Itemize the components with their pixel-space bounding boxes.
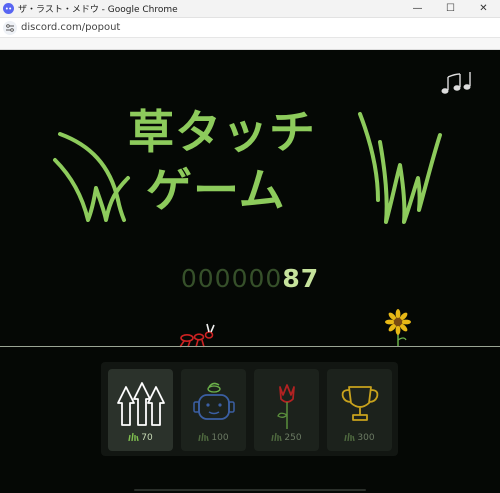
grass-currency-icon [271,432,283,441]
grass-currency-icon [344,432,356,441]
site-info-icon[interactable] [3,20,17,35]
grass-blade-right-2 [358,112,380,202]
window-controls: — ☐ ✕ [401,0,500,17]
address-bar: discord.com/popout [0,18,500,38]
minimize-button[interactable]: — [401,0,434,17]
score-leading-zeros: 000000 [180,264,283,293]
grass-blade-right [378,133,442,224]
window-title: ザ・ラスト・メドウ - Google Chrome [18,5,178,15]
trophy-icon [341,386,379,421]
robot-face-icon [193,382,235,420]
browser-strip [0,38,500,50]
shop-item-arrows[interactable]: 70 [108,369,173,451]
game-canvas[interactable]: 草タッチ ゲーム 00000087 70 100 250 300 [0,50,500,493]
ground-line [0,346,500,347]
shop-item-robot[interactable]: 100 [181,369,246,451]
grass-currency-icon [128,432,139,441]
shop-item-price: 300 [327,432,392,443]
shop-item-trophy[interactable]: 300 [327,369,392,451]
sunflower-icon [385,309,411,346]
maximize-button[interactable]: ☐ [434,0,467,17]
url-text[interactable]: discord.com/popout [21,22,120,33]
grass-currency-icon [198,432,210,441]
shop-item-price: 250 [254,432,319,443]
score-counter: 00000087 [0,264,500,293]
shop-item-price: 100 [181,432,246,443]
music-notes-icon [441,72,471,94]
grass-blade-left-2 [58,132,120,202]
bottom-handle [134,489,366,491]
shop-item-rose[interactable]: 250 [254,369,319,451]
rose-icon [277,384,295,429]
arrows-up-icon [117,382,165,426]
shop-panel: 70 100 250 300 [101,362,398,456]
browser-title-bar: ザ・ラスト・メドウ - Google Chrome — ☐ ✕ [0,0,500,18]
grass-blade-left-3 [116,198,126,222]
shop-item-price: 70 [108,432,173,443]
game-title-line2: ゲーム [146,163,286,217]
ant-icon [179,323,215,348]
game-title-line1: 草タッチ [128,105,316,159]
close-button[interactable]: ✕ [467,0,500,17]
score-value: 87 [282,264,320,293]
discord-logo-icon [3,3,14,14]
